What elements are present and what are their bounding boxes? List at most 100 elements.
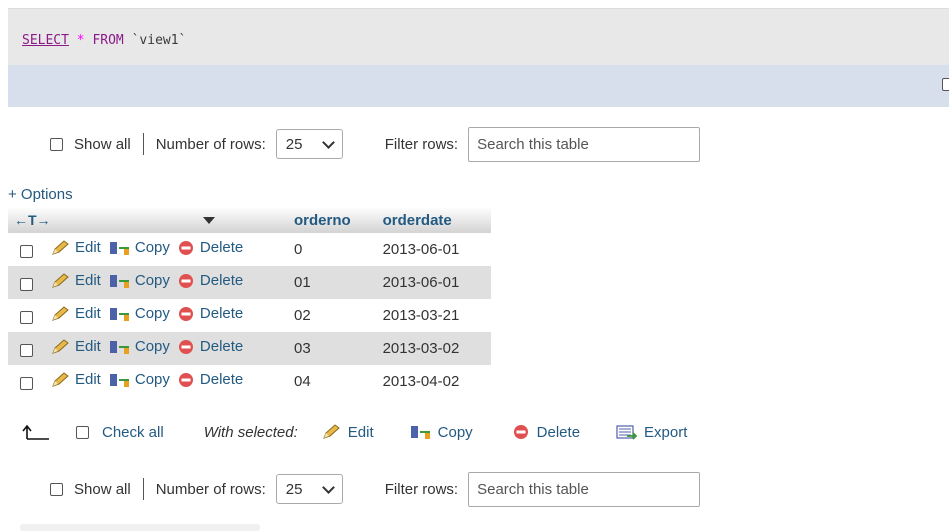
row-copy-button[interactable]: Copy — [109, 338, 170, 355]
column-header-orderdate[interactable]: orderdate — [376, 207, 491, 233]
filter-rows-label-bottom: Filter rows: — [384, 480, 459, 498]
rows-select-bottom[interactable]: 25 — [275, 474, 343, 504]
navigation-bottom: Show all Number of rows: 25 Filter rows: — [50, 471, 701, 507]
search-input[interactable] — [468, 126, 701, 162]
divider — [142, 133, 144, 155]
rows-label-bottom: Number of rows: — [155, 480, 266, 498]
row-edit-button[interactable]: Edit — [51, 305, 101, 322]
row-actions: Edit Copy Delete — [8, 233, 288, 266]
row-checkbox[interactable] — [20, 311, 33, 325]
sql-query-box: SELECT * FROM `view1` — [8, 8, 949, 66]
cell-orderdate: 2013-03-02 — [376, 332, 491, 365]
row-delete-button[interactable]: Delete — [178, 338, 243, 355]
cell-orderdate: 2013-06-01 — [376, 266, 491, 299]
divider — [142, 478, 144, 500]
check-all-label[interactable]: Check all — [102, 424, 164, 441]
pencil-icon — [52, 306, 69, 321]
row-checkbox[interactable] — [20, 377, 33, 391]
table-row: Edit Copy Delete 04 2013-04-02 — [8, 365, 491, 398]
row-checkbox[interactable] — [20, 278, 33, 292]
copy-icon — [109, 274, 129, 288]
profiling-checkbox[interactable] — [942, 78, 949, 91]
cell-orderdate: 2013-04-02 — [382, 373, 460, 390]
row-delete-button[interactable]: Delete — [178, 305, 243, 322]
row-actions: Edit Copy Delete — [8, 266, 288, 299]
row-delete-button[interactable]: Delete — [178, 272, 243, 289]
row-copy-button[interactable]: Copy — [109, 272, 170, 289]
show-all-label[interactable]: Show all — [74, 136, 131, 153]
rows-label: Number of rows: — [155, 135, 266, 153]
row-copy-button[interactable]: Copy — [109, 239, 170, 256]
horizontal-scrollbar[interactable] — [20, 524, 260, 531]
delete-icon — [178, 273, 193, 288]
cell-orderno: 01 — [288, 266, 377, 299]
row-delete-button[interactable]: Delete — [178, 371, 243, 388]
row-copy-label: Copy — [134, 305, 170, 323]
delete-icon — [178, 372, 193, 387]
row-checkbox[interactable] — [20, 344, 33, 358]
rows-select[interactable]: 25 — [275, 129, 343, 159]
table-row: Edit Copy Delete 01 2013-06-01 — [8, 266, 491, 299]
row-edit-label: Edit — [75, 305, 101, 323]
row-copy-label: Copy — [134, 272, 170, 290]
bulk-copy-button[interactable]: Copy — [410, 424, 473, 441]
row-edit-label: Edit — [75, 239, 101, 257]
bulk-actions: Check all With selected: Edit Copy Delet… — [20, 418, 687, 446]
bulk-edit-label: Edit — [347, 423, 374, 441]
delete-icon — [178, 240, 193, 255]
row-actions: Edit Copy Delete — [8, 365, 288, 398]
show-all-checkbox-bottom[interactable] — [50, 482, 63, 496]
sql-table-name: `view1` — [131, 33, 187, 48]
check-all-checkbox[interactable] — [76, 425, 89, 439]
with-selected-label: With selected: — [203, 423, 298, 441]
column-header-orderno[interactable]: orderno — [288, 207, 377, 233]
row-edit-label: Edit — [75, 371, 101, 389]
pencil-icon — [52, 273, 69, 288]
options-link[interactable]: + Options — [8, 186, 73, 203]
sql-query[interactable]: SELECT * FROM `view1` — [22, 33, 186, 48]
query-options-bar — [8, 65, 949, 107]
results-table: ←T→ orderno orderdate Edit Copy Delete 0 201… — [8, 207, 491, 398]
bulk-export-label: Export — [644, 423, 688, 441]
cell-orderno: 02 — [294, 307, 311, 324]
show-all-label-bottom[interactable]: Show all — [74, 481, 131, 498]
row-edit-button[interactable]: Edit — [51, 338, 101, 355]
cell-orderno: 04 — [294, 373, 311, 390]
delete-icon — [178, 339, 193, 354]
row-edit-button[interactable]: Edit — [51, 272, 101, 289]
sql-from-keyword: FROM — [92, 33, 124, 48]
row-copy-button[interactable]: Copy — [109, 371, 170, 388]
row-checkbox[interactable] — [20, 245, 33, 259]
row-delete-label: Delete — [199, 338, 244, 356]
chevron-down-icon — [321, 135, 335, 149]
cell-orderno: 0 — [294, 241, 303, 258]
column-controls-header: ←T→ — [8, 207, 288, 233]
row-delete-label: Delete — [199, 371, 244, 389]
chevron-down-icon — [321, 480, 335, 494]
pencil-icon — [322, 424, 340, 439]
row-copy-label: Copy — [134, 239, 170, 257]
bulk-edit-button[interactable]: Edit — [322, 424, 374, 441]
sort-desc-icon[interactable] — [202, 217, 215, 225]
row-edit-button[interactable]: Edit — [51, 239, 101, 256]
row-delete-label: Delete — [199, 272, 244, 290]
pencil-icon — [52, 240, 69, 255]
row-edit-button[interactable]: Edit — [51, 371, 101, 388]
delete-icon — [178, 306, 193, 321]
row-copy-label: Copy — [134, 338, 170, 356]
filter-rows-label: Filter rows: — [384, 135, 459, 153]
row-delete-button[interactable]: Delete — [178, 239, 243, 256]
row-edit-label: Edit — [75, 272, 101, 290]
bulk-delete-button[interactable]: Delete — [513, 424, 580, 441]
row-copy-button[interactable]: Copy — [109, 305, 170, 322]
cell-orderdate: 2013-03-21 — [382, 307, 460, 324]
copy-icon — [109, 241, 129, 255]
sql-select-keyword[interactable]: SELECT — [22, 33, 69, 48]
copy-icon — [410, 426, 430, 439]
show-all-checkbox[interactable] — [50, 137, 63, 151]
search-input-bottom[interactable] — [468, 471, 701, 507]
export-icon — [616, 425, 638, 440]
sql-star: * — [76, 33, 85, 48]
column-arrows[interactable]: ←T→ — [14, 212, 51, 228]
bulk-export-button[interactable]: Export — [616, 424, 687, 441]
